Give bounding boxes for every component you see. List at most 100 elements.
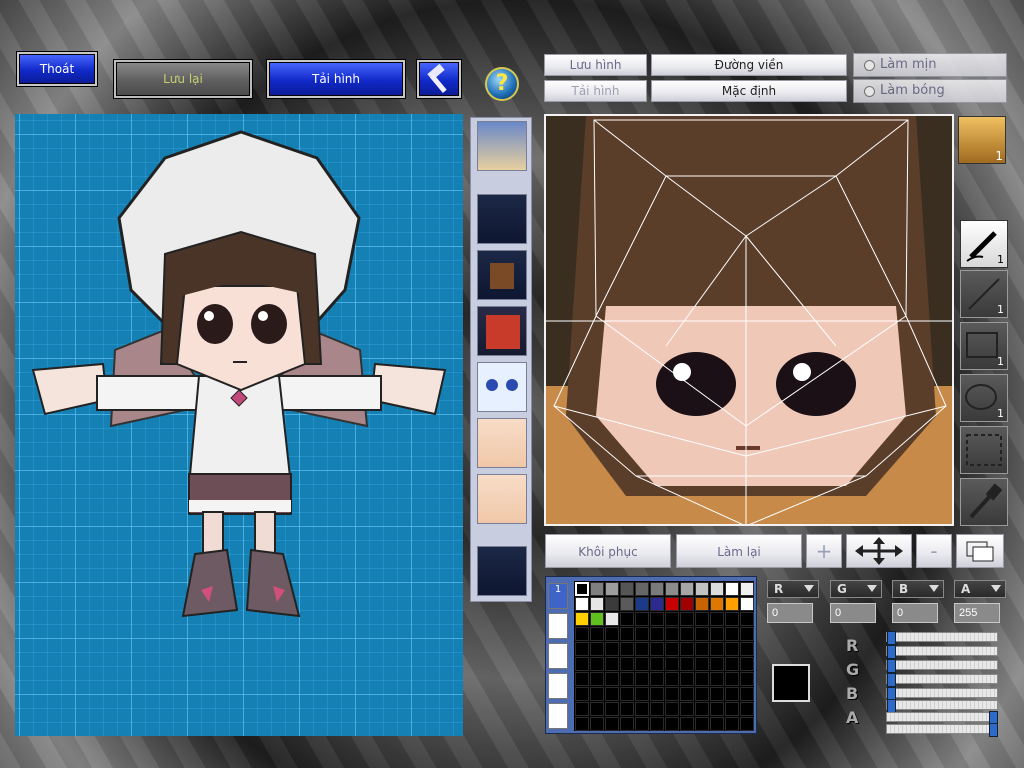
palette-swatch[interactable] bbox=[650, 582, 664, 596]
r-slider-fine[interactable] bbox=[886, 645, 998, 659]
palette-swatch[interactable] bbox=[635, 582, 649, 596]
palette-swatch[interactable] bbox=[605, 702, 619, 716]
palette-swatch[interactable] bbox=[740, 672, 754, 686]
palette-swatch[interactable] bbox=[740, 582, 754, 596]
palette-swatch[interactable] bbox=[605, 642, 619, 656]
palette-swatch[interactable] bbox=[635, 702, 649, 716]
palette-swatch[interactable] bbox=[725, 702, 739, 716]
part-slot-empty-2[interactable] bbox=[477, 546, 527, 596]
g-slider[interactable] bbox=[886, 659, 998, 673]
palette-swatch[interactable] bbox=[605, 687, 619, 701]
load-texture-button[interactable]: Tải hình bbox=[544, 80, 647, 102]
palette-swatch[interactable] bbox=[590, 597, 604, 611]
rect-tool[interactable]: 1 bbox=[960, 322, 1008, 370]
palette-swatch[interactable] bbox=[710, 597, 724, 611]
palette-swatch[interactable] bbox=[620, 612, 634, 626]
palette-swatch[interactable] bbox=[575, 582, 589, 596]
palette-swatch[interactable] bbox=[665, 582, 679, 596]
palette-swatch[interactable] bbox=[710, 657, 724, 671]
palette-swatch[interactable] bbox=[635, 612, 649, 626]
palette-tab-5[interactable] bbox=[548, 703, 568, 729]
a-channel-select[interactable]: A bbox=[954, 580, 1006, 598]
pen-tool[interactable]: 1 bbox=[960, 220, 1008, 268]
zoom-in-button[interactable]: + bbox=[806, 534, 842, 568]
palette-swatch[interactable] bbox=[620, 672, 634, 686]
palette-swatch[interactable] bbox=[695, 717, 709, 731]
palette-swatch[interactable] bbox=[620, 582, 634, 596]
redo-button[interactable]: Làm lại bbox=[676, 534, 802, 568]
default-button[interactable]: Mặc định bbox=[651, 80, 847, 102]
palette-swatch[interactable] bbox=[620, 597, 634, 611]
palette-swatch[interactable] bbox=[620, 642, 634, 656]
g-slider-fine[interactable] bbox=[886, 673, 998, 687]
palette-swatch[interactable] bbox=[590, 717, 604, 731]
palette-swatch[interactable] bbox=[575, 642, 589, 656]
palette-swatch[interactable] bbox=[650, 597, 664, 611]
part-slot-skin-2[interactable] bbox=[477, 474, 527, 524]
r-value-field[interactable] bbox=[767, 603, 813, 623]
palette-swatch[interactable] bbox=[635, 627, 649, 641]
restore-button[interactable]: Khôi phục bbox=[545, 534, 671, 568]
palette-swatch[interactable] bbox=[605, 672, 619, 686]
palette-swatch[interactable] bbox=[710, 582, 724, 596]
palette-swatch[interactable] bbox=[635, 672, 649, 686]
palette-swatch[interactable] bbox=[710, 627, 724, 641]
save-texture-button[interactable]: Lưu hình bbox=[544, 54, 647, 76]
palette-swatch[interactable] bbox=[680, 627, 694, 641]
b-channel-select[interactable]: B bbox=[892, 580, 944, 598]
palette-swatch[interactable] bbox=[575, 702, 589, 716]
palette-swatch[interactable] bbox=[695, 657, 709, 671]
head-thumbnail[interactable]: 1 bbox=[958, 116, 1006, 164]
part-slot-body[interactable] bbox=[477, 306, 527, 356]
a-slider[interactable] bbox=[886, 711, 998, 725]
palette-swatch[interactable] bbox=[635, 717, 649, 731]
move-button[interactable] bbox=[846, 534, 912, 568]
reload-button[interactable]: Tải hình bbox=[267, 60, 405, 98]
palette-swatch[interactable] bbox=[680, 657, 694, 671]
palette-swatch[interactable] bbox=[620, 717, 634, 731]
palette-swatch[interactable] bbox=[665, 717, 679, 731]
g-channel-select[interactable]: G bbox=[830, 580, 882, 598]
palette-swatch[interactable] bbox=[665, 597, 679, 611]
palette-swatch[interactable] bbox=[605, 597, 619, 611]
b-value-field[interactable] bbox=[892, 603, 938, 623]
palette-swatch[interactable] bbox=[605, 612, 619, 626]
palette-swatch[interactable] bbox=[605, 582, 619, 596]
palette-swatch[interactable] bbox=[650, 702, 664, 716]
palette-swatch[interactable] bbox=[740, 627, 754, 641]
palette-swatch[interactable] bbox=[575, 597, 589, 611]
part-slot-head-1[interactable] bbox=[477, 121, 527, 171]
palette-swatch[interactable] bbox=[710, 717, 724, 731]
palette-swatch[interactable] bbox=[650, 672, 664, 686]
select-tool[interactable] bbox=[960, 426, 1008, 474]
palette-swatch[interactable] bbox=[695, 597, 709, 611]
palette-swatch[interactable] bbox=[725, 657, 739, 671]
smooth-radio[interactable]: Làm mịn bbox=[853, 53, 1007, 77]
shade-radio[interactable]: Làm bóng bbox=[853, 79, 1007, 103]
palette-swatch[interactable] bbox=[650, 687, 664, 701]
palette-swatch[interactable] bbox=[590, 627, 604, 641]
palette-swatch[interactable] bbox=[680, 672, 694, 686]
palette-swatch[interactable] bbox=[635, 657, 649, 671]
palette-swatch[interactable] bbox=[725, 597, 739, 611]
palette-swatch[interactable] bbox=[740, 657, 754, 671]
model-preview-canvas[interactable] bbox=[15, 114, 463, 736]
palette-swatch[interactable] bbox=[680, 702, 694, 716]
palette-swatch[interactable] bbox=[620, 687, 634, 701]
palette-swatch[interactable] bbox=[590, 672, 604, 686]
exit-button[interactable]: Thoát bbox=[17, 52, 97, 86]
layers-button[interactable] bbox=[956, 534, 1004, 568]
a-value-field[interactable] bbox=[954, 603, 1000, 623]
palette-swatch[interactable] bbox=[575, 657, 589, 671]
palette-swatch[interactable] bbox=[680, 642, 694, 656]
palette-swatch[interactable] bbox=[695, 642, 709, 656]
palette-swatch[interactable] bbox=[650, 717, 664, 731]
palette-swatch[interactable] bbox=[665, 672, 679, 686]
palette-swatch[interactable] bbox=[590, 612, 604, 626]
g-value-field[interactable] bbox=[830, 603, 876, 623]
palette-swatch[interactable] bbox=[605, 657, 619, 671]
b-slider[interactable] bbox=[886, 687, 998, 701]
palette-swatch[interactable] bbox=[575, 627, 589, 641]
b-slider-fine[interactable] bbox=[886, 699, 998, 713]
palette-swatch[interactable] bbox=[575, 687, 589, 701]
